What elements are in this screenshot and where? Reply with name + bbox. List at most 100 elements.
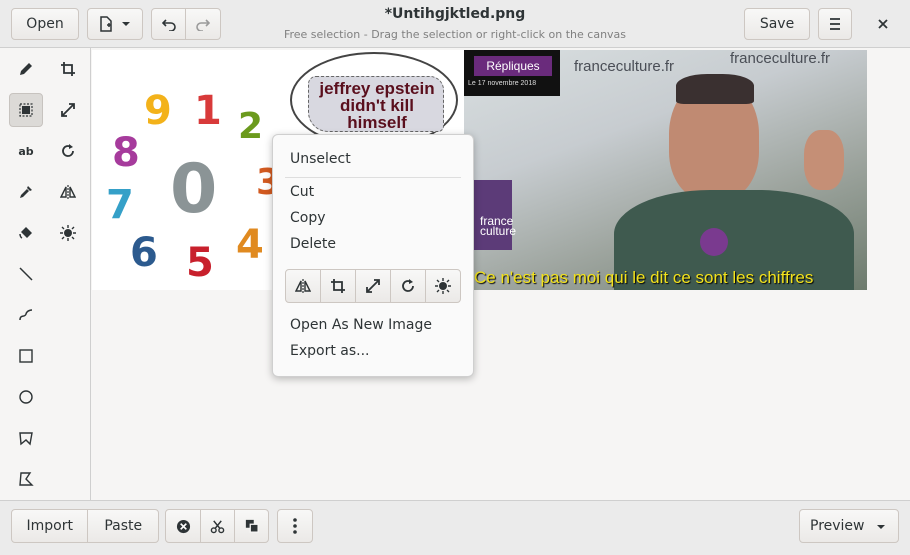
free-shape-tool[interactable] [9,462,43,496]
hamburger-menu-icon [830,18,840,30]
rectangle-tool[interactable] [9,339,43,373]
copy-icon [245,519,259,533]
flip-icon [295,279,311,293]
cartoon-number: 1 [194,88,222,134]
curve-tool[interactable] [9,298,43,332]
eyedropper-icon [20,186,32,198]
filters-selection-button[interactable] [426,270,460,302]
import-button[interactable]: Import [12,510,89,542]
rotate-tool[interactable] [51,134,85,168]
main-menu-button[interactable] [818,8,852,40]
unselect-menu-item[interactable]: Unselect [290,151,351,167]
cartoon-number: 2 [238,106,264,147]
window-title-area: *Untihgjktled.png Free selection - Drag … [250,6,660,41]
redo-button[interactable] [186,9,220,39]
paste-button-label: Paste [104,518,143,534]
cut-menu-item[interactable]: Cut [290,184,314,200]
photo-caption: Ce n'est pas moi qui le dit ce sont les … [474,268,814,287]
save-button[interactable]: Save [744,8,810,40]
cartoon-number: 0 [170,150,218,229]
pencil-tool[interactable] [9,52,43,86]
open-button-label: Open [26,16,64,32]
photo-microphone [700,228,728,256]
bottom-bar: Import Paste Preview [0,500,910,555]
cut-selection-button[interactable] [201,510,235,542]
flip-selection-button[interactable] [286,270,321,302]
photo-logo: france culture [480,214,517,238]
paint-bucket-tool[interactable] [9,216,43,250]
cartoon-number: 8 [112,130,140,176]
cartoon-number: 6 [130,230,158,276]
header-bar: Open *Untihgjktled.png Free selection - … [0,0,910,48]
pencil-icon [20,63,32,75]
circle-icon [19,390,33,404]
window-subtitle: Free selection - Drag the selection or r… [283,28,627,41]
cartoon-numbers-artwork: 9 1 2 8 0 3 7 6 5 4 [92,50,282,290]
selection-transform-button-group [285,269,461,303]
photo-person-hair [676,74,754,104]
open-as-new-image-menu-item[interactable]: Open As New Image [290,317,432,333]
vertical-ellipsis-icon [293,518,297,534]
line-icon [19,267,33,281]
cartoon-number: 9 [144,88,172,134]
photo-watermark: franceculture.fr [574,58,675,75]
cartoon-number: 7 [106,182,134,228]
import-button-label: Import [26,518,73,534]
preview-dropdown-button[interactable]: Preview [799,509,899,543]
color-picker-tool[interactable] [9,175,43,209]
close-window-button[interactable] [868,8,898,40]
flip-tool[interactable] [51,175,85,209]
new-image-menu-button[interactable] [87,8,143,40]
tools-sidebar: ab [0,48,91,500]
rectangle-icon [19,349,33,363]
speech-bubble-text: jeffrey epstein didn't kill himself [319,79,435,132]
text-tool[interactable]: ab [9,134,43,168]
rotate-selection-button[interactable] [391,270,426,302]
undo-button[interactable] [152,9,187,39]
photo-person-hand [804,130,844,190]
new-document-icon [100,16,112,32]
brightness-icon [60,225,76,241]
cartoon-number: 4 [236,222,264,268]
expand-icon [366,279,380,293]
photo-artwork: Répliques Le 17 novembre 2018 francecult… [464,50,867,290]
export-as-menu-item[interactable]: Export as... [290,343,370,359]
delete-menu-item[interactable]: Delete [290,236,336,252]
photo-badge: Répliques [474,56,552,76]
free-shape-icon [19,472,34,486]
open-button[interactable]: Open [11,8,79,40]
cancel-circle-icon [176,519,190,533]
paste-button[interactable]: Paste [88,510,158,542]
selection-actions-button-group [165,509,269,543]
brightness-icon [435,278,451,294]
polygon-tool[interactable] [9,421,43,455]
more-options-button[interactable] [277,509,313,543]
crop-tool[interactable] [51,52,85,86]
crop-selection-button[interactable] [321,270,356,302]
close-icon [878,19,888,29]
curve-icon [19,309,33,321]
import-paste-button-group: Import Paste [11,509,159,543]
preview-dropdown-label: Preview [810,518,865,534]
filters-tool[interactable] [51,216,85,250]
rectangle-selection-tool[interactable] [9,93,43,127]
circle-tool[interactable] [9,380,43,414]
selection-context-menu: Unselect Cut Copy Delete Open As New Ima… [272,134,474,377]
rotate-icon [402,279,414,292]
scale-selection-button[interactable] [356,270,391,302]
rectangle-selection-icon [19,103,33,117]
photo-watermark: franceculture.fr [730,50,831,67]
line-tool[interactable] [9,257,43,291]
scale-tool[interactable] [51,93,85,127]
copy-menu-item[interactable]: Copy [290,210,326,226]
rotate-icon [62,144,74,157]
chevron-down-icon [877,525,885,529]
crop-icon [331,279,345,293]
crop-icon [61,62,75,76]
polygon-icon [19,432,33,446]
menu-separator [285,177,461,178]
text-tool-icon: ab [18,144,34,158]
copy-selection-button[interactable] [235,510,268,542]
delete-selection-button[interactable] [166,510,201,542]
paint-bucket-icon [19,227,32,239]
